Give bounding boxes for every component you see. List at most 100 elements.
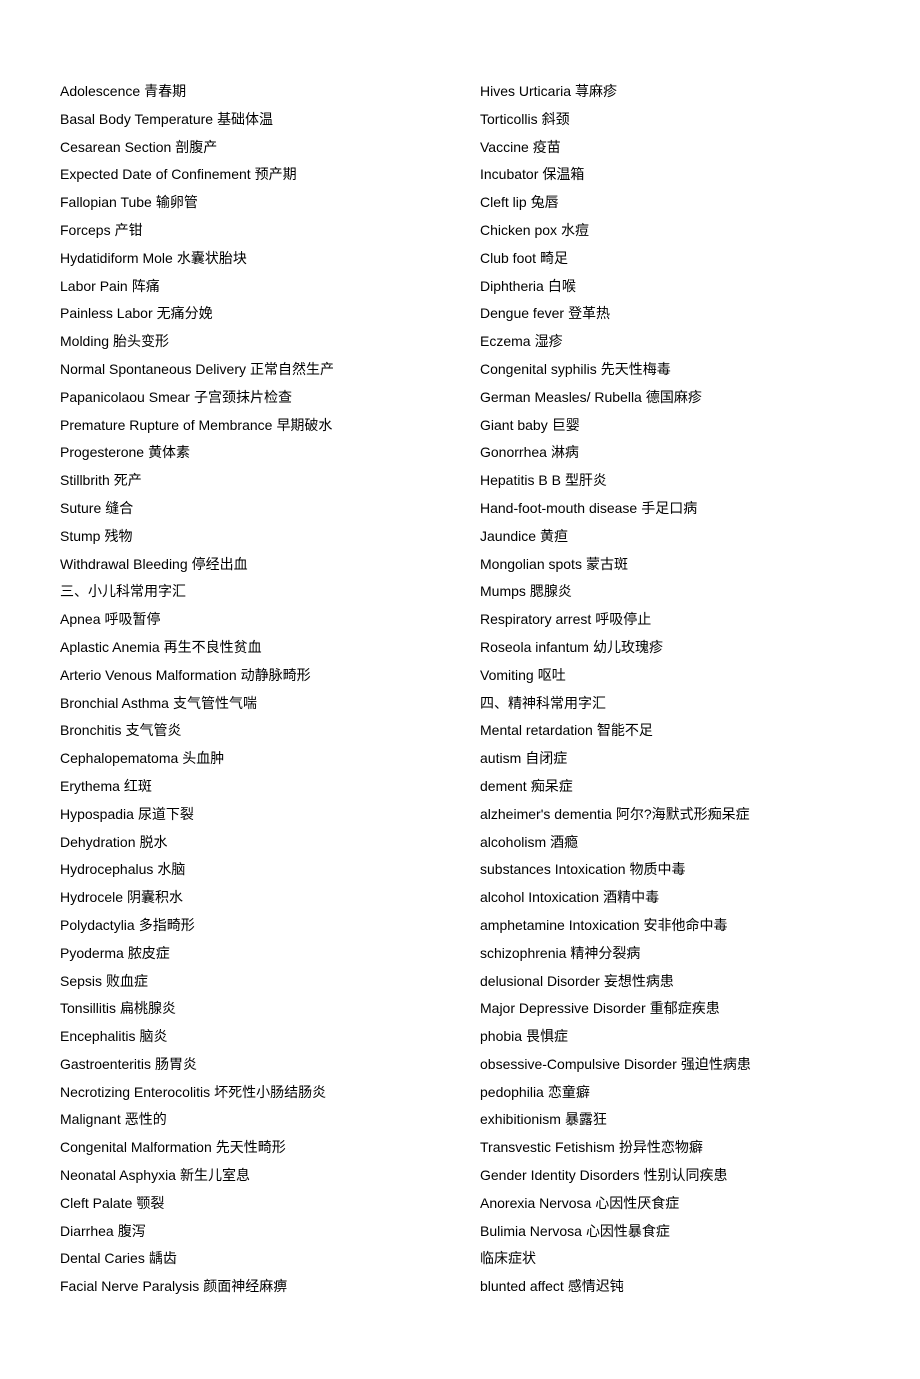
list-item: Premature Rupture of Membrance早期破水 — [60, 414, 440, 438]
term-chinese: 呼吸停止 — [595, 611, 651, 627]
term-chinese: 呼吸暂停 — [104, 611, 160, 627]
term-english: alcohol Intoxication — [480, 889, 599, 905]
term-english: Painless Labor — [60, 305, 153, 321]
list-item: Cesarean Section剖腹产 — [60, 136, 440, 160]
term-english: Diarrhea — [60, 1223, 114, 1239]
list-item: Erythema红斑 — [60, 775, 440, 799]
term-english: Cleft lip — [480, 194, 527, 210]
term-english: Labor Pain — [60, 278, 128, 294]
term-chinese: 暴露狂 — [565, 1111, 607, 1127]
term-english: Hepatitis B B — [480, 472, 561, 488]
term-english: Apnea — [60, 611, 100, 627]
term-chinese: 疫苗 — [533, 139, 561, 155]
term-chinese: 颚裂 — [136, 1195, 164, 1211]
term-chinese: 德国麻疹 — [646, 389, 702, 405]
term-english: Club foot — [480, 250, 536, 266]
term-chinese: 畸足 — [540, 250, 568, 266]
main-content: Adolescence青春期Basal Body Temperature基础体温… — [60, 80, 860, 1299]
list-item: Stillbrith死产 — [60, 469, 440, 493]
term-english: Malignant — [60, 1111, 121, 1127]
list-item: Dengue fever登革热 — [480, 302, 860, 326]
list-item: Progesterone黄体素 — [60, 441, 440, 465]
term-english: Mumps — [480, 583, 526, 599]
term-english: schizophrenia — [480, 945, 566, 961]
list-item: Hepatitis B B型肝炎 — [480, 469, 860, 493]
term-english: Hives Urticaria — [480, 83, 571, 99]
list-item: Molding胎头变形 — [60, 330, 440, 354]
list-item: Adolescence青春期 — [60, 80, 440, 104]
list-item: Torticollis斜颈 — [480, 108, 860, 132]
term-english: Dengue fever — [480, 305, 564, 321]
term-english: Eczema — [480, 333, 531, 349]
term-english: Bronchial Asthma — [60, 695, 169, 711]
list-item: Gender Identity Disorders性别认同疾患 — [480, 1164, 860, 1188]
term-english: substances Intoxication — [480, 861, 626, 877]
term-english: Roseola infantum — [480, 639, 589, 655]
term-chinese: 缝合 — [105, 500, 133, 516]
list-item: phobia畏惧症 — [480, 1025, 860, 1049]
term-chinese: 子宫颈抹片检查 — [194, 389, 292, 405]
term-english: Hand-foot-mouth disease — [480, 500, 637, 516]
term-english: Torticollis — [480, 111, 538, 127]
term-english: Suture — [60, 500, 101, 516]
term-english: Respiratory arrest — [480, 611, 591, 627]
term-english: dement — [480, 778, 527, 794]
term-english: Neonatal Asphyxia — [60, 1167, 176, 1183]
term-english: Dehydration — [60, 834, 136, 850]
term-chinese: 胎头变形 — [113, 333, 169, 349]
term-english: Chicken pox — [480, 222, 557, 238]
term-chinese: 妄想性病患 — [604, 973, 674, 989]
term-chinese: 败血症 — [106, 973, 148, 989]
term-english: Premature Rupture of Membrance — [60, 417, 272, 433]
term-english: Expected Date of Confinement — [60, 166, 251, 182]
term-chinese: 精神分裂病 — [570, 945, 640, 961]
term-english: Forceps — [60, 222, 111, 238]
list-item: German Measles/ Rubella德国麻疹 — [480, 386, 860, 410]
term-english: Mental retardation — [480, 722, 593, 738]
term-english: Progesterone — [60, 444, 144, 460]
term-chinese: 恋童癖 — [548, 1084, 590, 1100]
list-item: blunted affect感情迟钝 — [480, 1275, 860, 1299]
list-item: Incubator保温箱 — [480, 163, 860, 187]
list-item: Encephalitis脑炎 — [60, 1025, 440, 1049]
term-english: Major Depressive Disorder — [480, 1000, 646, 1016]
term-english: Incubator — [480, 166, 538, 182]
term-chinese: 基础体温 — [217, 111, 273, 127]
term-english: Congenital syphilis — [480, 361, 597, 377]
list-item: Hydrocephalus水脑 — [60, 858, 440, 882]
term-english: Gender Identity Disorders — [480, 1167, 640, 1183]
list-item: Hand-foot-mouth disease手足口病 — [480, 497, 860, 521]
list-item: Jaundice黄疸 — [480, 525, 860, 549]
list-item: Bronchitis支气管炎 — [60, 719, 440, 743]
term-chinese: 腹泻 — [118, 1223, 146, 1239]
list-item: Anorexia Nervosa心因性厌食症 — [480, 1192, 860, 1216]
term-chinese: 残物 — [104, 528, 132, 544]
list-item: Sepsis败血症 — [60, 970, 440, 994]
term-english: Encephalitis — [60, 1028, 136, 1044]
term-english: Cesarean Section — [60, 139, 171, 155]
list-item: Roseola infantum幼儿玫瑰疹 — [480, 636, 860, 660]
term-english: Normal Spontaneous Delivery — [60, 361, 246, 377]
term-chinese: 无痛分娩 — [157, 305, 213, 321]
right-column: Hives Urticaria荨麻疹Torticollis斜颈Vaccine疫苗… — [480, 80, 860, 1299]
term-chinese: 预产期 — [255, 166, 297, 182]
term-english: Hydrocephalus — [60, 861, 153, 877]
term-english: Aplastic Anemia — [60, 639, 160, 655]
term-english: Dental Caries — [60, 1250, 145, 1266]
list-item: 四、精神科常用字汇 — [480, 692, 860, 716]
term-english: Erythema — [60, 778, 120, 794]
term-english: Bulimia Nervosa — [480, 1223, 582, 1239]
term-chinese: 多指畸形 — [139, 917, 195, 933]
term-english: Molding — [60, 333, 109, 349]
term-english: Withdrawal Bleeding — [60, 556, 188, 572]
term-english: Tonsillitis — [60, 1000, 116, 1016]
term-english: Gastroenteritis — [60, 1056, 151, 1072]
list-item: exhibitionism暴露狂 — [480, 1108, 860, 1132]
term-chinese: 保温箱 — [542, 166, 584, 182]
term-chinese: 水痘 — [561, 222, 589, 238]
term-english: Vaccine — [480, 139, 529, 155]
list-item: Mongolian spots蒙古斑 — [480, 553, 860, 577]
term-chinese: 红斑 — [124, 778, 152, 794]
term-chinese: 呕吐 — [538, 667, 566, 683]
term-chinese: 恶性的 — [125, 1111, 167, 1127]
